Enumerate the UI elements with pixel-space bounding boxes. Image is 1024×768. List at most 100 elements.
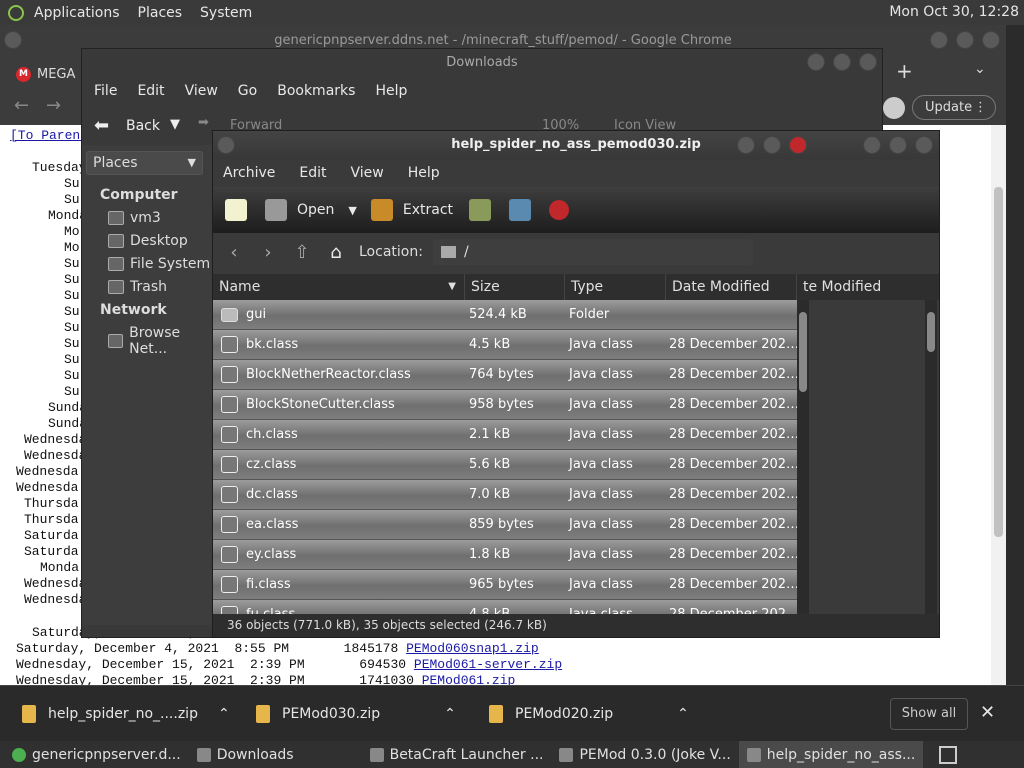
download-item[interactable]: help_spider_no_....zip ⌃	[22, 686, 230, 742]
minimize-icon[interactable]	[737, 136, 755, 154]
add-files-icon[interactable]	[469, 199, 492, 221]
page-scrollbar[interactable]	[991, 125, 1006, 685]
forward-arrow-icon[interactable]: →	[46, 95, 61, 116]
system-menu[interactable]: System	[200, 5, 252, 21]
scrollbar[interactable]	[925, 300, 937, 614]
chevron-up-icon[interactable]: ⌃	[677, 706, 689, 722]
task-chrome[interactable]: genericpnpserver.d...	[4, 741, 189, 768]
minimize-icon[interactable]	[807, 53, 825, 71]
location-field[interactable]: /	[432, 239, 753, 265]
window-menu-icon[interactable]	[4, 31, 22, 49]
file-row[interactable]: ey.class 1.8 kB Java class 28 December 202…	[213, 540, 797, 570]
menu-edit[interactable]: Edit	[299, 165, 326, 181]
show-all-button[interactable]: Show all	[890, 698, 968, 730]
file-row[interactable]: BlockNetherReactor.class 764 bytes Java cl…	[213, 360, 797, 390]
close-icon[interactable]	[915, 136, 933, 154]
back-arrow-icon[interactable]: ←	[14, 95, 29, 116]
window-menu-icon[interactable]	[217, 136, 235, 154]
back-arrow-icon[interactable]: ‹	[221, 242, 247, 263]
tab-mega[interactable]: M MEGA	[8, 61, 83, 87]
menu-archive[interactable]: Archive	[223, 165, 275, 181]
minimize-icon[interactable]	[863, 136, 881, 154]
row-link[interactable]: PEMod061-server.zip	[414, 657, 562, 672]
forward-arrow-icon[interactable]: ➡	[198, 115, 209, 130]
file-row[interactable]: fi.class 965 bytes Java class 28 December 2…	[213, 570, 797, 600]
new-tab-button[interactable]: +	[896, 59, 913, 83]
file-row[interactable]: bk.class 4.5 kB Java class 28 December 202…	[213, 330, 797, 360]
task-betacraft[interactable]: BetaCraft Launcher ...	[362, 741, 552, 768]
home-icon[interactable]: ⌂	[323, 242, 349, 263]
task-archive[interactable]: help_spider_no_ass...	[738, 741, 924, 768]
back-button[interactable]: Back	[126, 118, 160, 134]
distro-logo-icon[interactable]	[8, 4, 24, 21]
sidebar-item-trash[interactable]: Trash	[108, 279, 167, 295]
chevron-up-icon[interactable]: ⌃	[444, 706, 456, 722]
close-icon[interactable]	[859, 53, 877, 71]
file-row[interactable]: ea.class 859 bytes Java class 28 December 2…	[213, 510, 797, 540]
places-menu[interactable]: Places	[138, 5, 183, 21]
file-row[interactable]: fu.class 4.8 kBJava class28 December 202…	[213, 600, 797, 614]
file-row[interactable]: BlockStoneCutter.class 958 bytes Java clas…	[213, 390, 797, 420]
update-button[interactable]: Update ⋮	[912, 95, 996, 120]
maximize-icon[interactable]	[763, 136, 781, 154]
places-combo[interactable]: Places ▼	[86, 151, 203, 175]
sidebar-item-browse-network[interactable]: Browse Net...	[108, 325, 217, 357]
file-list-scrollbar[interactable]	[797, 300, 809, 614]
extract-icon[interactable]	[370, 199, 393, 221]
download-item[interactable]: PEMod030.zip ⌃	[256, 686, 456, 742]
task-downloads[interactable]: Downloads	[189, 741, 302, 768]
date-column-header-2[interactable]: te Modified	[797, 274, 939, 300]
parent-link[interactable]: [To Parent	[10, 128, 88, 143]
up-arrow-icon[interactable]: ⇧	[289, 242, 315, 263]
open-folder-icon[interactable]	[265, 199, 287, 221]
menu-help[interactable]: Help	[408, 165, 440, 181]
menu-bookmarks[interactable]: Bookmarks	[277, 83, 355, 99]
file-row[interactable]: gui 524.4 kB Folder	[213, 300, 797, 330]
date-column-header[interactable]: Date Modified	[666, 274, 797, 300]
menu-file[interactable]: File	[94, 83, 117, 99]
chevron-down-icon[interactable]: ⌄	[974, 61, 986, 77]
maximize-icon[interactable]	[833, 53, 851, 71]
menu-help[interactable]: Help	[375, 83, 407, 99]
sidebar-item-desktop[interactable]: Desktop	[108, 233, 188, 249]
new-archive-icon[interactable]	[225, 199, 247, 221]
menu-view[interactable]: View	[185, 83, 218, 99]
show-desktop-icon[interactable]	[939, 746, 957, 764]
row-link[interactable]: PEMod061.zip	[422, 673, 516, 685]
sidebar-item-vm3[interactable]: vm3	[108, 210, 161, 226]
trash-icon	[108, 280, 124, 294]
name-column-header[interactable]: Name ▼	[213, 274, 465, 300]
avatar[interactable]	[883, 97, 905, 119]
minimize-icon[interactable]	[930, 31, 948, 49]
file-row[interactable]: cz.class 5.6 kB Java class 28 December 202…	[213, 450, 797, 480]
chevron-down-icon[interactable]: ▼	[348, 204, 356, 217]
size-column-header[interactable]: Size	[465, 274, 565, 300]
forward-arrow-icon[interactable]: ›	[255, 242, 281, 263]
back-arrow-icon[interactable]: ⬅	[94, 115, 109, 136]
file-row[interactable]: ch.class 2.1 kB Java class 28 December 202…	[213, 420, 797, 450]
row-link[interactable]: PEMod060snap1.zip	[406, 641, 539, 656]
column-label: Name	[219, 279, 261, 295]
chevron-down-icon[interactable]: ▼	[170, 117, 180, 132]
close-icon[interactable]	[982, 31, 1000, 49]
menu-go[interactable]: Go	[238, 83, 257, 99]
applications-menu[interactable]: Applications	[34, 5, 120, 21]
file-date: 28 December 202…	[669, 457, 797, 472]
add-folder-icon[interactable]	[509, 199, 532, 221]
download-item[interactable]: PEMod020.zip ⌃	[489, 686, 689, 742]
open-button[interactable]: Open	[297, 202, 334, 218]
task-pemod[interactable]: PEMod 0.3.0 (Joke V...	[551, 741, 738, 768]
chevron-up-icon[interactable]: ⌃	[218, 706, 230, 722]
menu-view[interactable]: View	[351, 165, 384, 181]
file-row[interactable]: dc.class 7.0 kB Java class 28 December 202…	[213, 480, 797, 510]
menu-edit[interactable]: Edit	[137, 83, 164, 99]
extract-button[interactable]: Extract	[403, 202, 453, 218]
type-column-header[interactable]: Type	[565, 274, 666, 300]
close-icon[interactable]: ✕	[980, 702, 995, 723]
clock[interactable]: Mon Oct 30, 12:28	[889, 4, 1019, 20]
close-icon[interactable]	[789, 136, 807, 154]
maximize-icon[interactable]	[956, 31, 974, 49]
stop-icon[interactable]	[549, 200, 570, 220]
sidebar-item-file-system[interactable]: File System	[108, 256, 210, 272]
maximize-icon[interactable]	[889, 136, 907, 154]
